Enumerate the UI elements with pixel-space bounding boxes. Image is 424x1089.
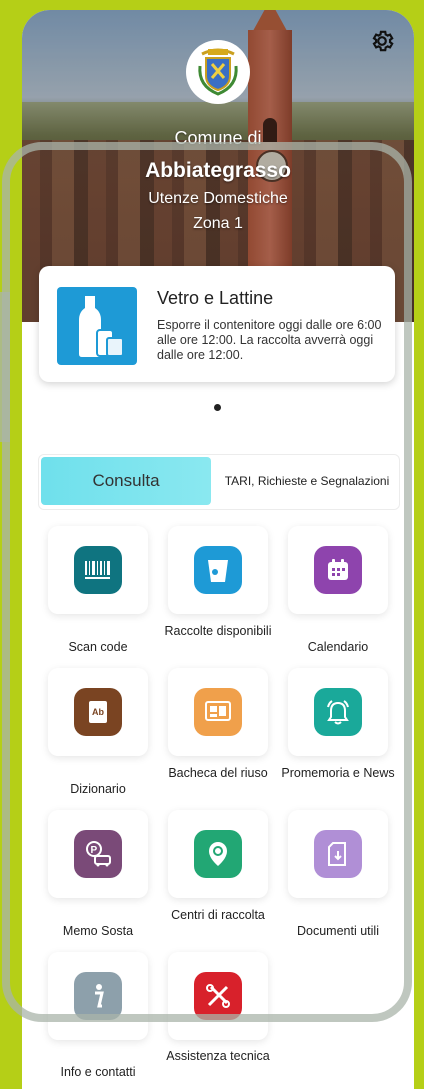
tile-label-raccolte: Raccolte disponibili [164, 624, 272, 638]
tile-label-memo-sosta: Memo Sosta [62, 924, 134, 938]
zona-label: Zona 1 [193, 215, 243, 232]
segmented-control: Consulta TARI, Richieste e Segnalazioni [38, 454, 400, 510]
tile-label-bacheca: Bacheca del riuso [168, 766, 268, 780]
bell-icon [314, 688, 362, 736]
tile-label-documenti: Documenti utili [297, 924, 379, 938]
card-description: Esporre il contenitore oggi dalle ore 6:… [157, 318, 382, 362]
tile-label-dizionario: Dizionario [70, 782, 126, 796]
app-screen: Comune di Abbiategrasso Utenze Domestich… [22, 10, 414, 1089]
tile-raccolte[interactable] [168, 526, 268, 614]
tile-label-assistenza: Assistenza tecnica [166, 1049, 270, 1063]
board-icon [194, 688, 242, 736]
tile-centri[interactable] [168, 810, 268, 898]
glass-cans-icon [57, 287, 137, 365]
tile-label-scan-code: Scan code [68, 640, 128, 654]
map-pin-recycle-icon [194, 830, 242, 878]
tile-dizionario[interactable]: Ab [48, 668, 148, 756]
tile-memo-sosta[interactable]: P [48, 810, 148, 898]
background-left [0, 0, 22, 1089]
tile-promemoria[interactable] [288, 668, 388, 756]
tile-label-calendario: Calendario [307, 640, 369, 654]
tile-label-info: Info e contatti [60, 1065, 136, 1079]
calendar-icon [314, 546, 362, 594]
tools-icon [194, 972, 242, 1020]
tile-label-centri: Centri di raccolta [171, 908, 265, 922]
tile-label-promemoria: Promemoria e News [281, 766, 395, 780]
parking-icon: P [74, 830, 122, 878]
bin-icon [194, 546, 242, 594]
document-icon [314, 830, 362, 878]
tile-bacheca[interactable] [168, 668, 268, 756]
utenze-label: Utenze Domestiche [148, 190, 288, 207]
svg-text:P: P [91, 845, 98, 856]
barcode-icon [74, 546, 122, 594]
card-title: Vetro e Lattine [157, 288, 274, 308]
city-crest-icon [186, 40, 250, 104]
tab-tari[interactable]: TARI, Richieste e Segnalazioni [217, 457, 397, 505]
tile-calendario[interactable] [288, 526, 388, 614]
tile-info[interactable] [48, 952, 148, 1040]
collection-card[interactable]: Vetro e Lattine Esporre il contenitore o… [39, 266, 395, 382]
svg-text:Ab: Ab [92, 707, 104, 717]
info-icon [74, 972, 122, 1020]
city-name: Abbiategrasso [145, 159, 291, 182]
pager-dot[interactable] [214, 404, 221, 411]
tile-assistenza[interactable] [168, 952, 268, 1040]
dictionary-icon: Ab [74, 688, 122, 736]
tile-scan-code[interactable] [48, 526, 148, 614]
tab-consulta[interactable]: Consulta [41, 457, 211, 505]
comune-label: Comune di [174, 128, 262, 148]
tile-documenti[interactable] [288, 810, 388, 898]
gear-icon[interactable] [369, 28, 395, 54]
